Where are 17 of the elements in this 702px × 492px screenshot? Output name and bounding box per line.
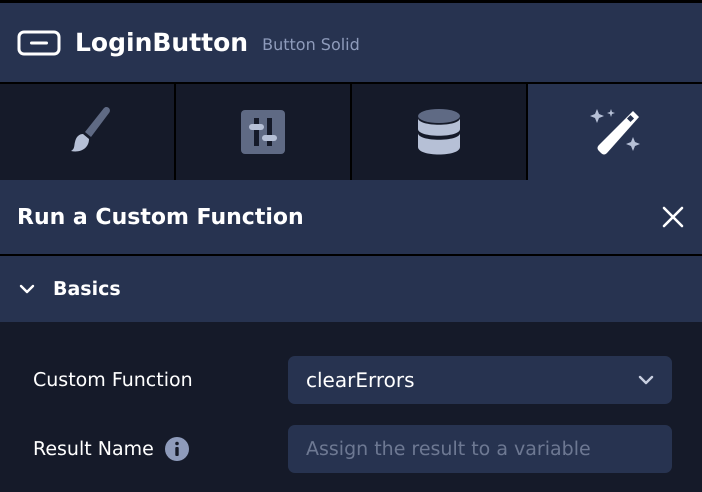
field-label: Result Name: [33, 438, 154, 460]
tab[interactable]: [352, 84, 526, 180]
chevron-down-icon: [638, 375, 654, 385]
component-type: Button Solid: [262, 35, 360, 54]
dropdown[interactable]: clearErrors: [288, 356, 672, 404]
section-title: Basics: [53, 278, 121, 300]
close-button[interactable]: [662, 206, 684, 228]
chevron-icon[interactable]: [19, 284, 35, 294]
input-field[interactable]: Assign the result to a variable: [288, 425, 672, 473]
tab[interactable]: [528, 84, 702, 180]
panel-title: Run a Custom Function: [17, 204, 304, 230]
field-label: Custom Function: [33, 369, 193, 391]
component-title: LoginButton: [75, 28, 248, 57]
button-icon: [17, 30, 61, 56]
sliders-icon: [241, 110, 285, 154]
database-icon: [417, 108, 461, 156]
magic-wand-icon: [589, 107, 641, 157]
